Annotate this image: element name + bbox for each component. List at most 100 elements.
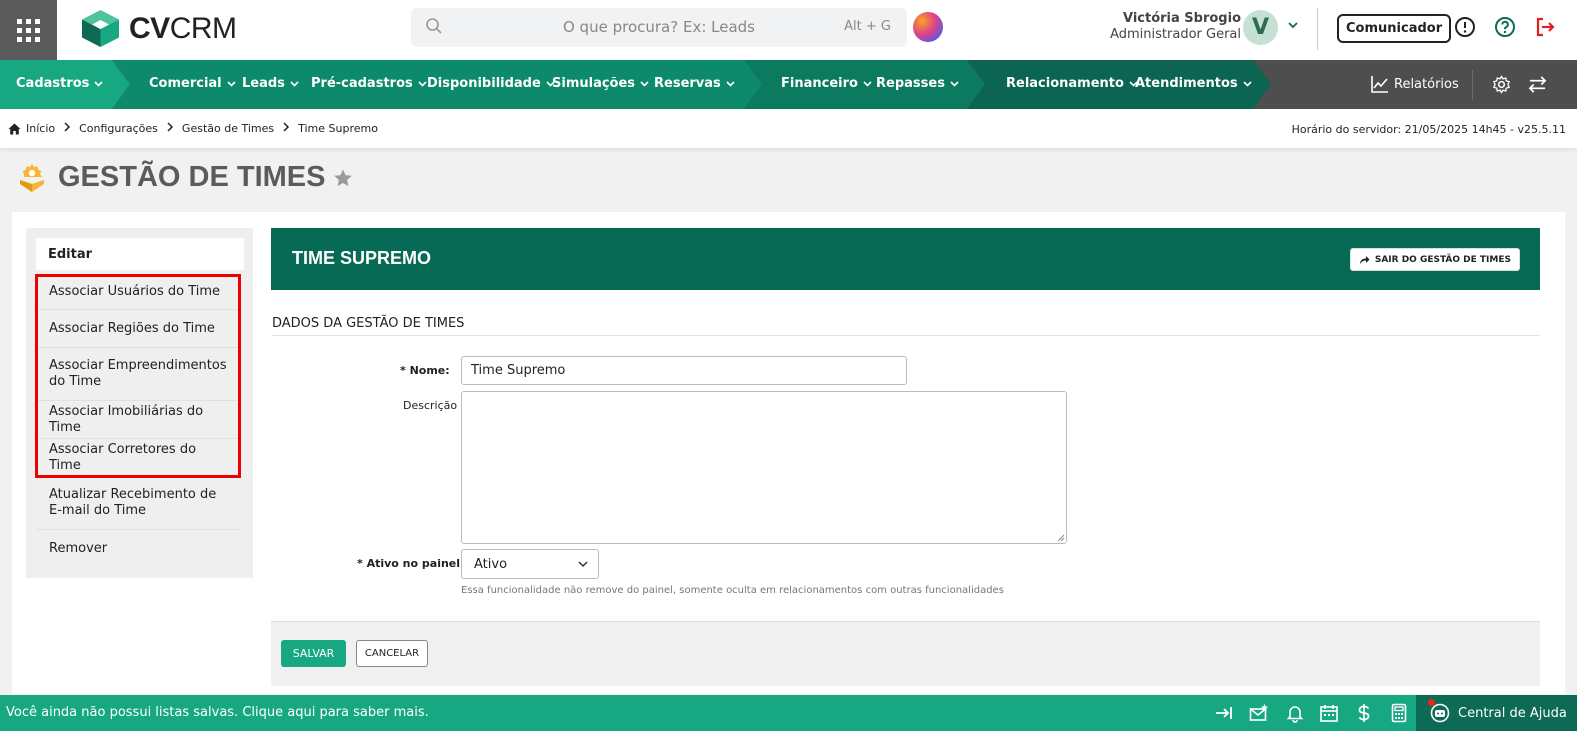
chevron-down-icon — [950, 81, 959, 87]
swap-icon[interactable] — [1528, 75, 1547, 94]
cancel-button[interactable]: CANCELAR — [356, 640, 428, 667]
breadcrumb-inicio[interactable]: Início — [26, 122, 55, 135]
sidebar-item-associar-regioes[interactable]: Associar Regiões do Time — [37, 310, 241, 348]
help-center-button[interactable]: Central de Ajuda — [1416, 695, 1577, 731]
info-icon[interactable] — [1454, 16, 1476, 38]
chevron-right-icon — [166, 122, 174, 135]
active-label: * Ativo no painel — [357, 557, 461, 570]
breadcrumb-gestao-de-times[interactable]: Gestão de Times — [182, 122, 274, 135]
nav-financeiro[interactable]: Financeiro — [781, 76, 872, 91]
name-field[interactable]: Time Supremo — [461, 356, 907, 385]
breadcrumb-configuracoes[interactable]: Configurações — [79, 122, 158, 135]
nav-simulacoes[interactable]: Simulações — [552, 76, 649, 91]
grid-icon — [17, 18, 40, 42]
description-textarea[interactable] — [461, 391, 1067, 544]
breadcrumb-bar: Início Configurações Gestão de Times Tim… — [0, 109, 1577, 148]
nav-divider — [1472, 70, 1473, 100]
breadcrumb: Início Configurações Gestão de Times Tim… — [8, 122, 378, 135]
calculator-icon[interactable] — [1389, 703, 1409, 723]
nav-leads[interactable]: Leads — [242, 76, 299, 91]
active-select[interactable]: Ativo — [461, 549, 599, 579]
nav-comercial[interactable]: Comercial — [149, 76, 236, 91]
nav-pre-cadastros[interactable]: Pré-cadastros — [311, 76, 427, 91]
nav-relatorios[interactable]: Relatórios — [1371, 75, 1459, 93]
chevron-down-icon — [863, 81, 872, 87]
notification-dot — [1428, 699, 1435, 706]
share-arrow-icon — [1359, 255, 1370, 264]
nav-reservas[interactable]: Reservas — [654, 76, 735, 91]
chevron-down-icon — [94, 81, 104, 87]
avatar[interactable]: V — [1243, 10, 1278, 45]
resize-handle-icon[interactable] — [1057, 534, 1065, 542]
chevron-down-icon — [227, 81, 236, 87]
team-banner: TIME SUPREMO SAIR DO GESTÃO DE TIMES — [271, 228, 1540, 290]
chat-bot-icon — [1430, 703, 1450, 723]
chevron-down-icon — [1243, 81, 1252, 87]
active-helper-text: Essa funcionalidade não remove do painel… — [461, 585, 1004, 596]
search-shortcut: Alt + G — [844, 19, 891, 34]
sidebar-item-associar-empreendimentos[interactable]: Associar Empreendimentos do Time — [37, 348, 241, 401]
sidebar-item-associar-usuarios[interactable]: Associar Usuários do Time — [37, 274, 241, 310]
logout-icon[interactable] — [1534, 16, 1556, 38]
header-divider — [1317, 8, 1318, 50]
calendar-icon[interactable] — [1319, 703, 1339, 723]
chevron-down-icon — [726, 81, 735, 87]
search-placeholder: O que procura? Ex: Leads — [562, 18, 755, 36]
team-gear-icon — [20, 163, 44, 192]
global-search[interactable]: O que procura? Ex: Leads Alt + G — [411, 8, 907, 47]
sidebar-item-atualizar-email[interactable]: Atualizar Recebimento de E-mail do Time — [37, 477, 241, 530]
bell-icon[interactable] — [1285, 703, 1305, 723]
chart-line-icon — [1371, 76, 1388, 93]
collapse-right-icon[interactable] — [1214, 703, 1234, 723]
section-title: DADOS DA GESTÃO DE TIMES — [272, 316, 465, 331]
nav-relacionamento[interactable]: Relacionamento — [1006, 76, 1138, 91]
form-footer — [271, 621, 1540, 686]
bottom-bar: Você ainda não possui listas salvas. Cli… — [0, 695, 1577, 731]
server-time: Horário do servidor: 21/05/2025 14h45 - … — [1291, 123, 1566, 136]
cvcrm-logo-icon — [82, 10, 119, 47]
assistant-icon[interactable] — [913, 12, 943, 42]
dollar-icon[interactable] — [1354, 703, 1374, 723]
user-role: Administrador Geral — [1110, 27, 1241, 42]
chevron-down-icon — [418, 81, 427, 87]
cvcrm-logo[interactable]: CVCRM — [80, 8, 237, 49]
sidebar-item-associar-corretores[interactable]: Associar Corretores do Time — [37, 439, 241, 477]
apps-menu-button[interactable] — [0, 0, 57, 60]
exit-gestao-button[interactable]: SAIR DO GESTÃO DE TIMES — [1349, 248, 1520, 271]
help-icon[interactable] — [1494, 16, 1516, 38]
save-button[interactable]: SALVAR — [281, 640, 346, 667]
chevron-down-icon — [640, 81, 649, 87]
star-icon[interactable] — [333, 168, 353, 188]
mail-star-icon[interactable] — [1249, 703, 1269, 723]
nav-disponibilidade[interactable]: Disponibilidade — [427, 76, 555, 91]
help-center-label: Central de Ajuda — [1458, 705, 1567, 721]
page-header: GESTÃO DE TIMES — [16, 161, 353, 194]
chevron-right-icon — [282, 122, 290, 135]
page-title: GESTÃO DE TIMES — [58, 161, 326, 193]
user-name: Victória Sbrogio — [1122, 11, 1241, 26]
user-info[interactable]: Victória Sbrogio Administrador Geral — [1110, 11, 1241, 43]
sidebar-item-remover[interactable]: Remover — [37, 530, 241, 568]
sidebar-heading: Editar — [36, 238, 244, 270]
description-label: Descrição — [403, 399, 458, 412]
home-icon — [8, 123, 21, 134]
chevron-down-icon — [578, 561, 588, 568]
top-header: CVCRM O que procura? Ex: Leads Alt + G V… — [0, 0, 1577, 60]
chevron-right-icon — [63, 122, 71, 135]
nav-repasses[interactable]: Repasses — [876, 76, 959, 91]
comunicador-button[interactable]: Comunicador — [1337, 14, 1452, 43]
saved-lists-message[interactable]: Você ainda não possui listas salvas. Cli… — [6, 705, 429, 720]
main-navigation: Cadastros Comercial Leads Pré-cadastros … — [0, 60, 1577, 109]
chevron-down-icon — [290, 81, 299, 87]
chevron-down-icon[interactable] — [1287, 19, 1299, 31]
active-select-value: Ativo — [474, 556, 508, 572]
name-label: * Nome: — [400, 364, 450, 377]
sidebar-item-associar-imobiliarias[interactable]: Associar Imobiliárias do Time — [37, 401, 241, 439]
section-divider — [272, 335, 1540, 336]
team-title: TIME SUPREMO — [292, 248, 432, 268]
gear-icon[interactable] — [1492, 75, 1511, 94]
breadcrumb-current: Time Supremo — [298, 122, 378, 135]
nav-cadastros[interactable]: Cadastros — [16, 76, 104, 91]
nav-atendimentos[interactable]: Atendimentos — [1135, 76, 1252, 91]
logo-text: CVCRM — [129, 11, 237, 45]
